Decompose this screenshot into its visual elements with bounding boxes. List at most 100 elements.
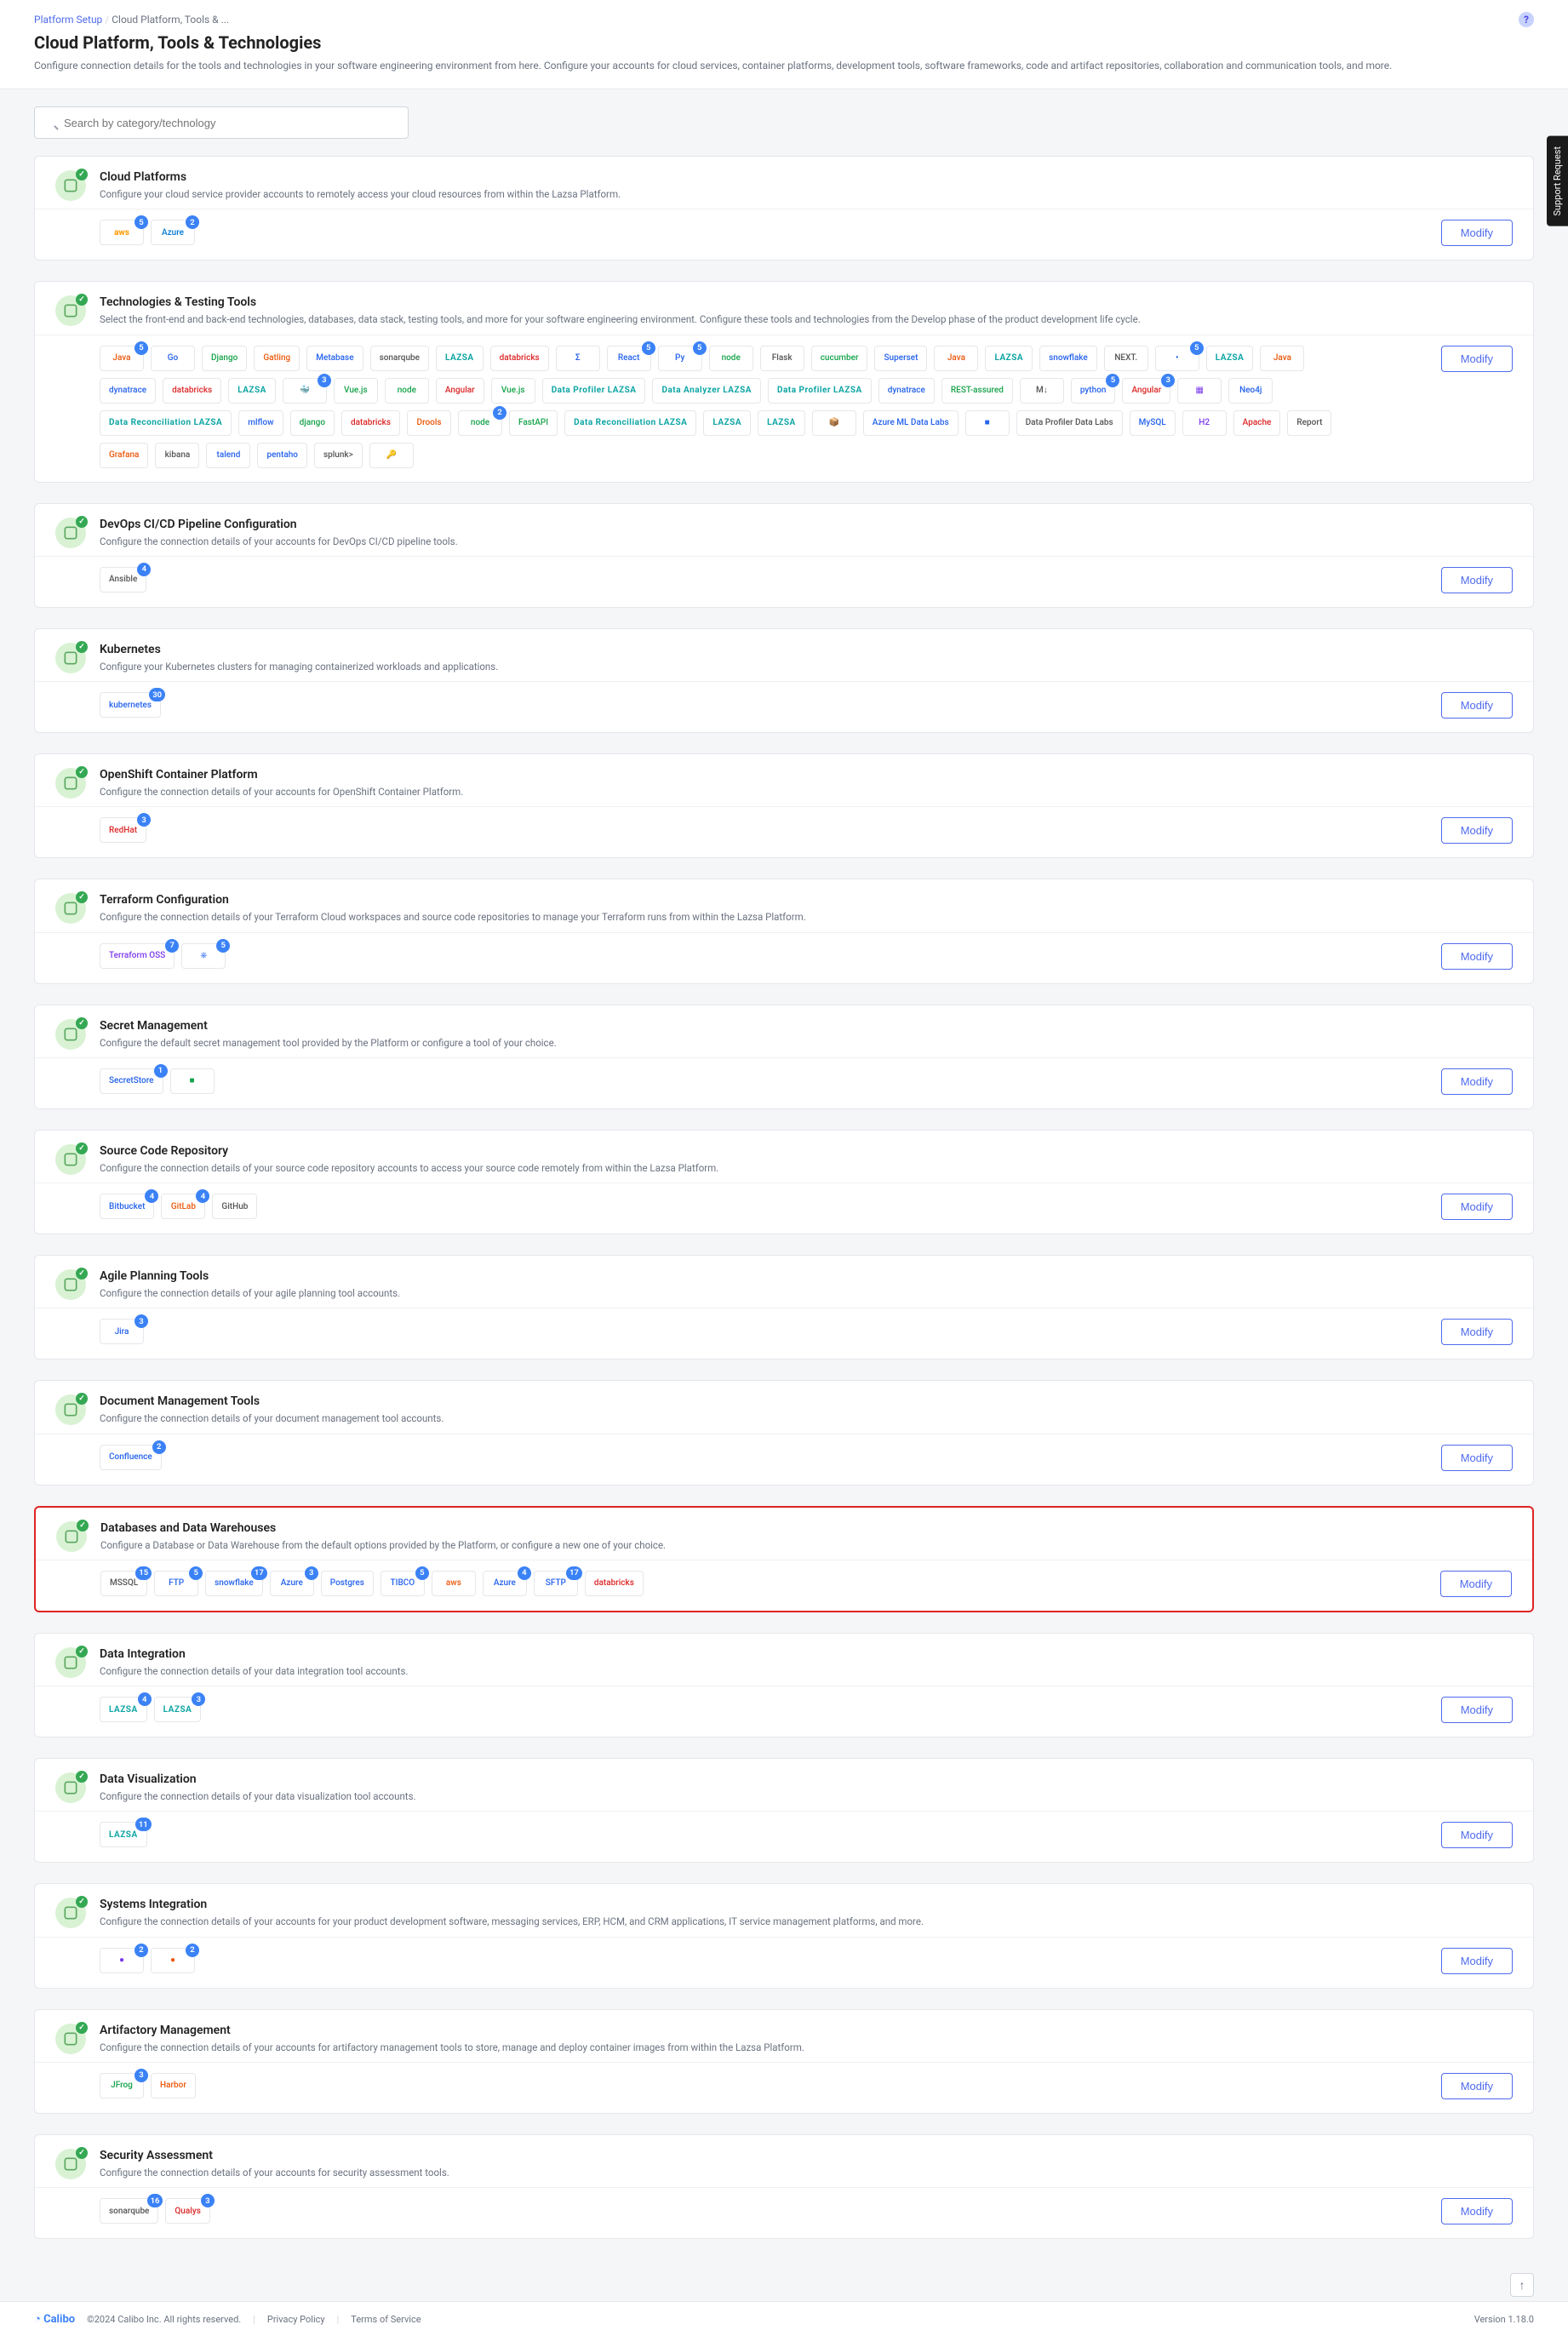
- tile-lazsa-4[interactable]: LAZSA: [228, 378, 276, 404]
- tile-drools[interactable]: Drools: [407, 410, 451, 436]
- tile-k8s[interactable]: kubernetes30: [100, 692, 161, 718]
- tile-azuredb[interactable]: Azure3: [270, 1571, 314, 1596]
- modify-button[interactable]: Modify: [1441, 1319, 1513, 1345]
- tile-mysql[interactable]: MySQL: [1130, 410, 1176, 436]
- tile-talend[interactable]: talend: [206, 443, 250, 468]
- tile-vue[interactable]: Vue.js: [334, 378, 378, 404]
- tile-qualys[interactable]: Qualys3: [165, 2198, 209, 2224]
- modify-button[interactable]: Modify: [1441, 346, 1513, 372]
- privacy-link[interactable]: Privacy Policy: [267, 2314, 325, 2325]
- tile-dynatrace[interactable]: dynatrace: [100, 378, 156, 404]
- tile-splunk[interactable]: splunk>: [314, 443, 363, 468]
- tile-markdown[interactable]: M↓: [1020, 378, 1064, 404]
- modify-button[interactable]: Modify: [1441, 567, 1513, 593]
- modify-button[interactable]: Modify: [1440, 1571, 1512, 1597]
- tile-azure[interactable]: Azure2: [151, 220, 195, 245]
- tile-neo4j[interactable]: Neo4j: [1228, 378, 1273, 404]
- tile-h2[interactable]: H2: [1182, 410, 1227, 436]
- tile-di-lazsa2[interactable]: LAZSA3: [154, 1697, 202, 1722]
- tile-tibco[interactable]: TIBCO5: [381, 1571, 425, 1596]
- tile-jira[interactable]: Jira3: [100, 1319, 144, 1344]
- tile-sigma[interactable]: Σ: [556, 346, 600, 371]
- tile-harbor[interactable]: Harbor: [151, 2073, 196, 2098]
- tile-django-core[interactable]: Django: [202, 346, 247, 371]
- tile-vault[interactable]: ■: [170, 1068, 215, 1094]
- modify-button[interactable]: Modify: [1441, 220, 1513, 246]
- tile-aws[interactable]: aws5: [100, 220, 144, 245]
- tile-java-e[interactable]: Java: [934, 346, 978, 371]
- tile-vuejs2[interactable]: Vue.js: [491, 378, 535, 404]
- tile-react[interactable]: React5: [607, 346, 651, 371]
- tile-python[interactable]: Py5: [658, 346, 702, 371]
- tile-databricks-1[interactable]: databricks: [490, 346, 549, 371]
- tile-lazsa-7[interactable]: LAZSA: [758, 410, 805, 436]
- tile-sftp[interactable]: SFTP17: [534, 1571, 578, 1596]
- tile-databricks-db[interactable]: databricks: [585, 1571, 644, 1596]
- modify-button[interactable]: Modify: [1441, 1822, 1513, 1848]
- tile-apigw[interactable]: ▦: [1177, 378, 1222, 404]
- tile-data-profiler2[interactable]: Data Profiler LAZSA: [768, 378, 872, 404]
- modify-button[interactable]: Modify: [1441, 1445, 1513, 1471]
- tile-dynatrace2[interactable]: dynatrace: [878, 378, 935, 404]
- tile-snowflake[interactable]: snowflake17: [205, 1571, 263, 1596]
- tile-mssql[interactable]: MSSQL15: [100, 1571, 147, 1596]
- tile-misc1[interactable]: •5: [1155, 346, 1199, 371]
- tile-docker[interactable]: 🐳3: [283, 378, 327, 404]
- tile-ftp[interactable]: FTP5: [154, 1571, 198, 1596]
- tile-lazsa-3[interactable]: LAZSA: [1206, 346, 1254, 371]
- modify-button[interactable]: Modify: [1441, 817, 1513, 844]
- tile-databricks4[interactable]: databricks: [341, 410, 400, 436]
- tile-kibana[interactable]: kibana: [155, 443, 199, 468]
- tile-next[interactable]: NEXT.: [1104, 346, 1148, 371]
- tile-report[interactable]: Report: [1287, 410, 1331, 436]
- modify-button[interactable]: Modify: [1441, 1697, 1513, 1723]
- help-icon[interactable]: ?: [1519, 12, 1534, 27]
- tile-apache[interactable]: Apache: [1233, 410, 1281, 436]
- tile-gatling[interactable]: Gatling: [254, 346, 300, 371]
- tile-confluence[interactable]: Confluence2: [100, 1445, 162, 1470]
- tile-terraform-oss[interactable]: Terraform OSS7: [100, 943, 175, 969]
- tile-lazsa-6[interactable]: LAZSA: [703, 410, 751, 436]
- tile-java2[interactable]: Java: [1260, 346, 1304, 371]
- tile-data-profiler1[interactable]: Data Profiler LAZSA: [542, 378, 646, 404]
- tile-databricks2[interactable]: databricks: [163, 378, 221, 404]
- tile-azure-dl2[interactable]: Azure4: [483, 1571, 527, 1596]
- tile-di-lazsa1[interactable]: LAZSA4: [100, 1697, 147, 1722]
- tile-bitbucket[interactable]: Bitbucket4: [100, 1194, 154, 1219]
- modify-button[interactable]: Modify: [1441, 1194, 1513, 1220]
- tile-sonarqube[interactable]: sonarqube16: [100, 2198, 158, 2224]
- tile-azure-dl[interactable]: Azure ML Data Labs: [863, 410, 959, 436]
- tile-data-profiler3[interactable]: Data Profiler Data Labs: [1016, 410, 1123, 436]
- tile-gemfire[interactable]: ■: [965, 410, 1010, 436]
- tile-angular2[interactable]: Angular3: [1122, 378, 1170, 404]
- tile-github[interactable]: GitHub: [212, 1194, 257, 1219]
- tile-django-2[interactable]: django: [290, 410, 335, 436]
- tile-dv-lazsa[interactable]: LAZSA11: [100, 1822, 147, 1847]
- tile-secret-store[interactable]: SecretStore1: [100, 1068, 163, 1094]
- tile-grafana[interactable]: Grafana: [100, 443, 148, 468]
- terms-link[interactable]: Terms of Service: [351, 2314, 421, 2325]
- tile-jfrog[interactable]: JFrog3: [100, 2073, 144, 2098]
- tile-restassured[interactable]: REST-assured: [941, 378, 1013, 404]
- support-request-tab[interactable]: Support Request: [1547, 136, 1568, 226]
- tile-terraform-cloud[interactable]: ⎈5: [181, 943, 226, 969]
- modify-button[interactable]: Modify: [1441, 1068, 1513, 1095]
- tile-node-3[interactable]: node2: [458, 410, 502, 436]
- tile-lazsa-2[interactable]: LAZSA: [985, 346, 1033, 371]
- tile-snowflake-1[interactable]: snowflake: [1039, 346, 1097, 371]
- tile-box[interactable]: 📦: [812, 410, 856, 436]
- tile-go[interactable]: Go: [151, 346, 195, 371]
- modify-button[interactable]: Modify: [1441, 2198, 1513, 2224]
- tile-fastapi[interactable]: FastAPI: [509, 410, 558, 436]
- tile-openshift-tile[interactable]: RedHat3: [100, 817, 146, 843]
- tile-angular[interactable]: Angular: [436, 378, 484, 404]
- tile-flask[interactable]: Flask: [760, 346, 804, 371]
- tile-lazsa-1[interactable]: LAZSA: [436, 346, 484, 371]
- modify-button[interactable]: Modify: [1441, 692, 1513, 719]
- tile-si-2[interactable]: ●2: [151, 1948, 195, 1973]
- tile-cucumber[interactable]: cucumber: [811, 346, 868, 371]
- tile-data-analyzer[interactable]: Data Analyzer LAZSA: [652, 378, 761, 404]
- modify-button[interactable]: Modify: [1441, 2073, 1513, 2099]
- tile-node-1[interactable]: node: [709, 346, 753, 371]
- tile-postgres[interactable]: Postgres: [321, 1571, 374, 1596]
